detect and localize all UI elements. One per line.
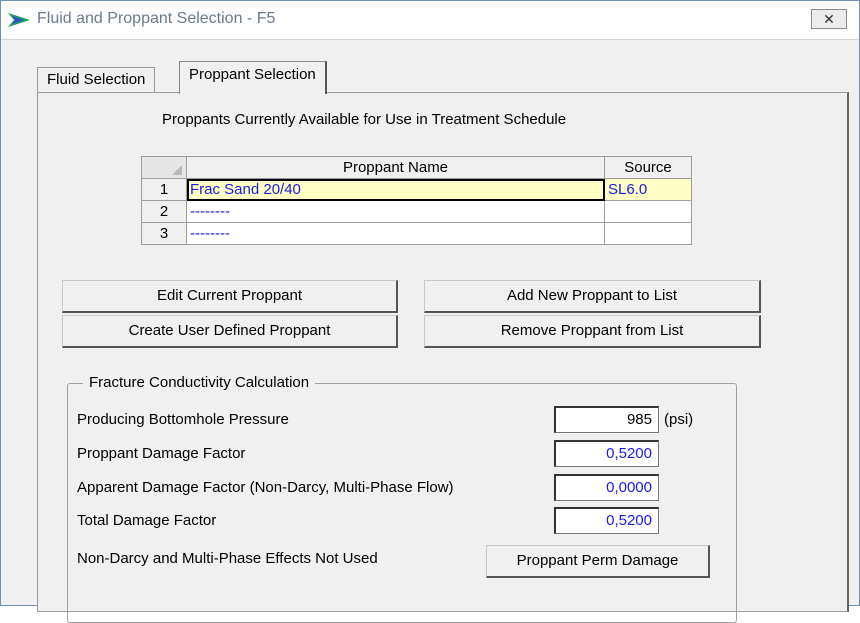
total-damage-label: Total Damage Factor bbox=[77, 512, 217, 529]
damage-factor-label: Proppant Damage Factor bbox=[77, 445, 246, 462]
window-title: Fluid and Proppant Selection - F5 bbox=[37, 10, 276, 27]
total-damage-field[interactable]: 0,5200 bbox=[554, 507, 659, 534]
source-cell[interactable]: SL6.0 bbox=[604, 178, 692, 201]
dialog-window: Fluid and Proppant Selection - F5 ✕ Flui… bbox=[0, 0, 860, 623]
bhp-unit: (psi) bbox=[664, 411, 694, 428]
bhp-input[interactable]: 985 bbox=[554, 406, 659, 433]
column-header-source[interactable]: Source bbox=[604, 156, 692, 179]
close-icon: ✕ bbox=[823, 11, 835, 27]
create-user-defined-proppant-button[interactable]: Create User Defined Proppant bbox=[62, 315, 398, 348]
remove-proppant-button[interactable]: Remove Proppant from List bbox=[424, 315, 761, 348]
proppant-name-cell[interactable]: Frac Sand 20/40 bbox=[186, 178, 605, 201]
group-title: Fracture Conductivity Calculation bbox=[83, 374, 316, 391]
table-row[interactable]: 3 -------- bbox=[141, 222, 692, 245]
tab-fluid-selection[interactable]: Fluid Selection bbox=[37, 67, 156, 93]
proppant-table: Proppant Name Source 1 Frac Sand 20/40 S… bbox=[141, 156, 692, 245]
select-all-corner[interactable] bbox=[141, 156, 187, 179]
close-button[interactable]: ✕ bbox=[811, 9, 847, 29]
add-new-proppant-button[interactable]: Add New Proppant to List bbox=[424, 280, 761, 313]
row-number[interactable]: 1 bbox=[141, 178, 187, 201]
title-bar: Fluid and Proppant Selection - F5 ✕ bbox=[1, 1, 859, 40]
tab-proppant-selection[interactable]: Proppant Selection bbox=[179, 61, 327, 94]
row-number[interactable]: 2 bbox=[141, 200, 187, 223]
proppant-name-cell[interactable]: -------- bbox=[186, 222, 605, 245]
table-row[interactable]: 1 Frac Sand 20/40 SL6.0 bbox=[141, 178, 692, 201]
source-cell[interactable] bbox=[604, 222, 692, 245]
table-row[interactable]: 2 -------- bbox=[141, 200, 692, 223]
column-header-proppant-name[interactable]: Proppant Name bbox=[186, 156, 605, 179]
proppant-name-cell[interactable]: -------- bbox=[186, 200, 605, 223]
edit-current-proppant-button[interactable]: Edit Current Proppant bbox=[62, 280, 398, 313]
source-cell[interactable] bbox=[604, 200, 692, 223]
proppants-heading: Proppants Currently Available for Use in… bbox=[162, 111, 567, 128]
damage-factor-field[interactable]: 0,5200 bbox=[554, 440, 659, 467]
row-number[interactable]: 3 bbox=[141, 222, 187, 245]
proppant-perm-damage-button[interactable]: Proppant Perm Damage bbox=[486, 545, 710, 578]
non-darcy-note: Non-Darcy and Multi-Phase Effects Not Us… bbox=[77, 550, 378, 567]
table-header-row: Proppant Name Source bbox=[141, 156, 692, 179]
apparent-damage-field[interactable]: 0,0000 bbox=[554, 474, 659, 501]
bhp-label: Producing Bottomhole Pressure bbox=[77, 411, 289, 428]
app-arrow-icon bbox=[8, 13, 30, 27]
apparent-damage-label: Apparent Damage Factor (Non-Darcy, Multi… bbox=[77, 479, 454, 496]
